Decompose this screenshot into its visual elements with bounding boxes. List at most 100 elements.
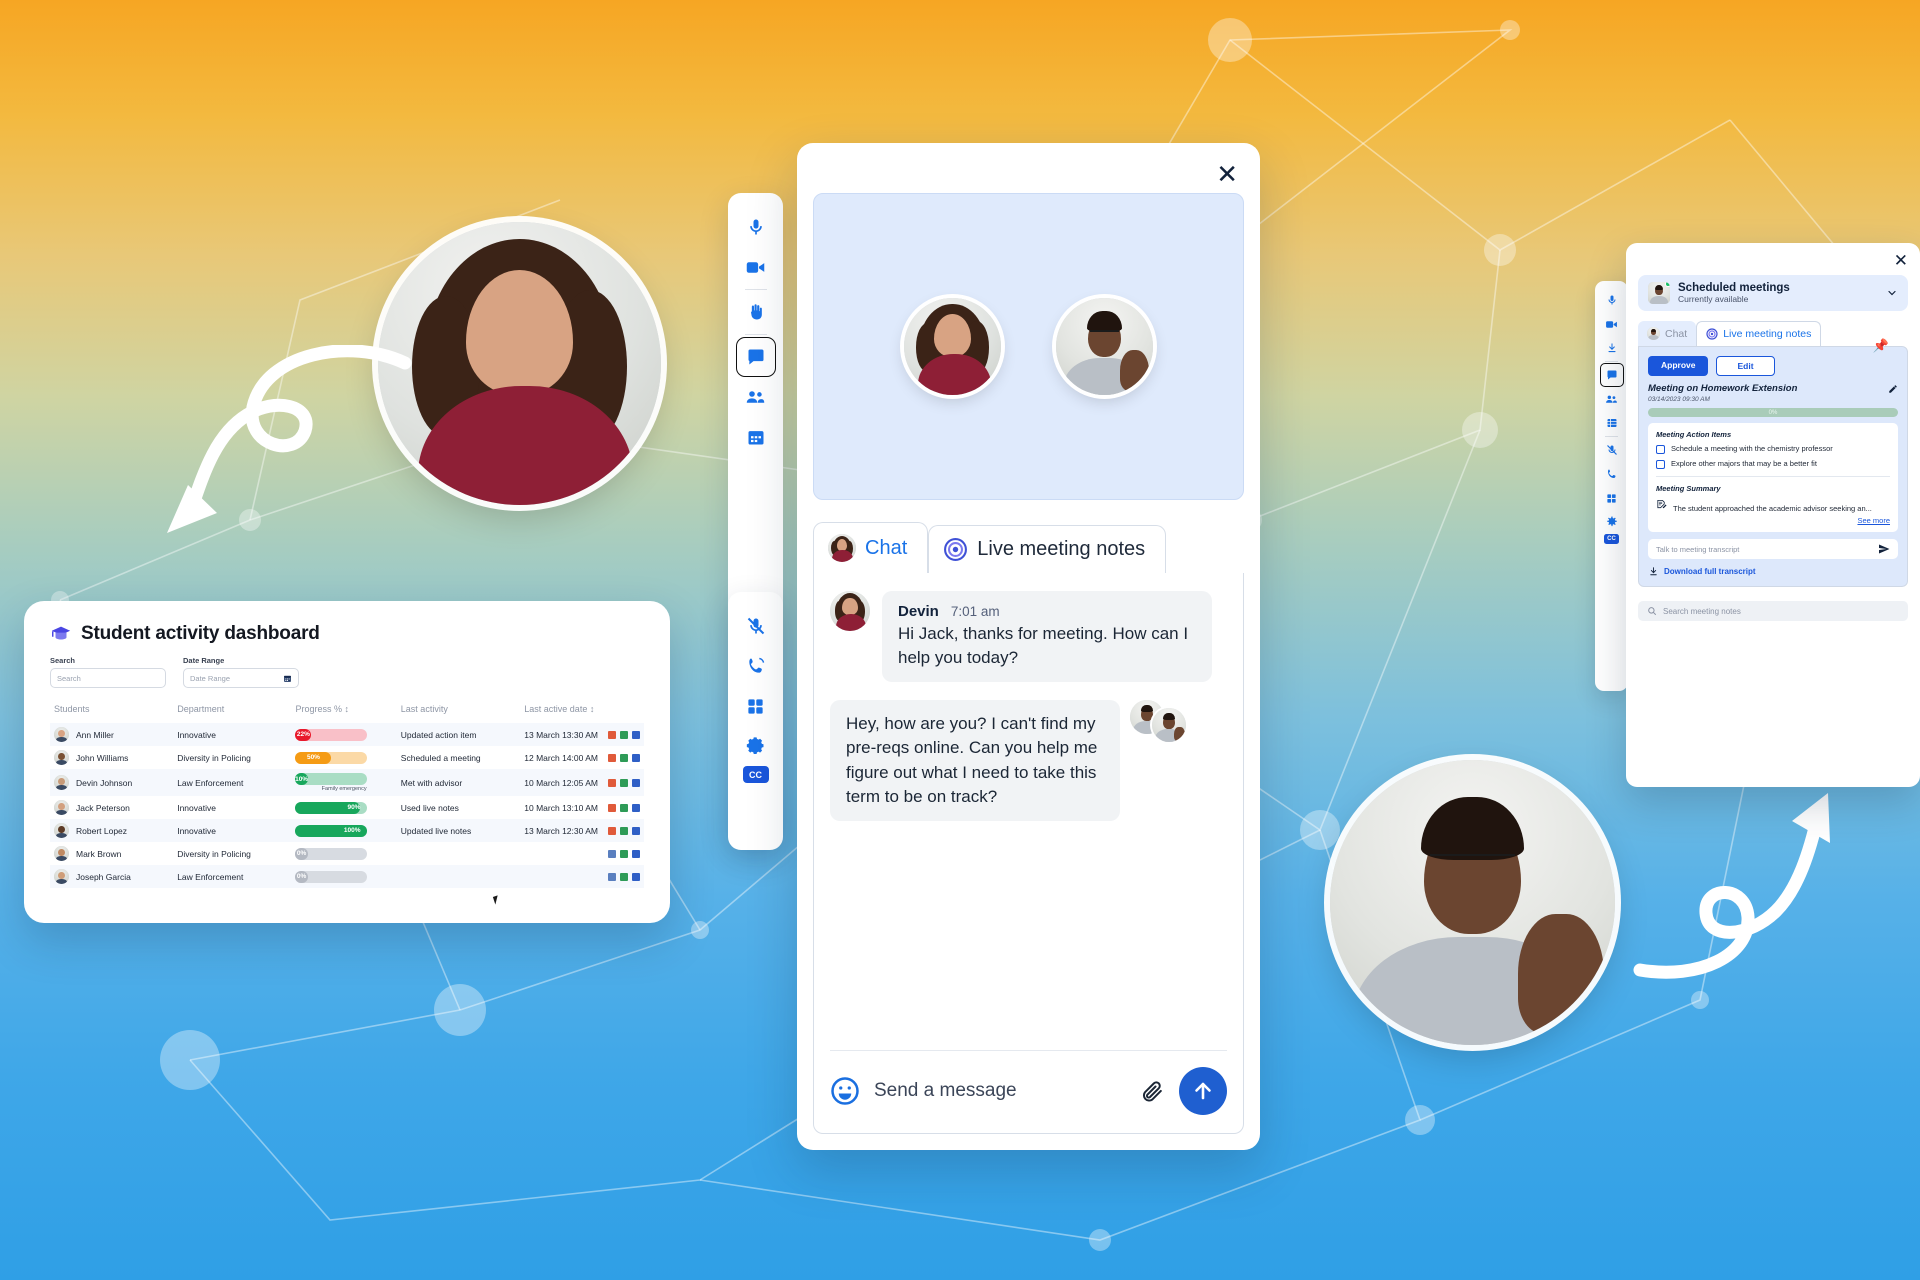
- people-icon[interactable]: [736, 377, 776, 417]
- grid-icon[interactable]: [620, 826, 628, 835]
- row-actions[interactable]: [608, 826, 640, 835]
- microphone-muted-icon[interactable]: [736, 606, 776, 646]
- calendar-icon[interactable]: [632, 803, 640, 812]
- progress-bar: 90%: [295, 801, 368, 814]
- participant-woman-tile[interactable]: [904, 298, 1001, 395]
- calendar-icon[interactable]: [632, 753, 640, 762]
- phone-ring-icon[interactable]: [1600, 462, 1624, 486]
- smiley-icon[interactable]: [830, 1076, 860, 1106]
- sort-icon[interactable]: ↕: [590, 704, 595, 714]
- table-row[interactable]: Devin Johnson Law Enforcement 10% Family em…: [50, 769, 644, 796]
- column-department[interactable]: Department: [173, 699, 291, 723]
- participant-man-tile[interactable]: [1056, 298, 1153, 395]
- search-meeting-notes-placeholder: Search meeting notes: [1663, 606, 1741, 616]
- date-range-filter: Date Range Date Range: [183, 656, 299, 688]
- grid-icon[interactable]: [620, 803, 628, 812]
- chart-icon[interactable]: [608, 872, 616, 881]
- action-item[interactable]: Explore other majors that may be a bette…: [1656, 459, 1890, 469]
- see-more-link[interactable]: See more: [1857, 516, 1890, 525]
- column-last-activity[interactable]: Last activity: [397, 699, 520, 723]
- chart-icon[interactable]: [608, 778, 616, 787]
- row-actions[interactable]: [608, 849, 640, 858]
- chat-icon[interactable]: [735, 337, 776, 377]
- calendar-icon[interactable]: [736, 417, 776, 457]
- toolbar-divider: [1605, 361, 1618, 362]
- microphone-icon[interactable]: [736, 207, 776, 247]
- chat-icon[interactable]: [1599, 363, 1624, 387]
- download-transcript-link[interactable]: Download full transcript: [1648, 566, 1898, 577]
- row-actions[interactable]: [608, 778, 640, 787]
- transcript-input[interactable]: Talk to meeting transcript: [1648, 539, 1898, 559]
- row-actions[interactable]: [608, 872, 640, 881]
- edit-button[interactable]: Edit: [1716, 356, 1775, 376]
- pencil-icon[interactable]: [1888, 384, 1898, 394]
- microphone-icon[interactable]: [1600, 288, 1624, 312]
- phone-ring-icon[interactable]: [736, 646, 776, 686]
- microphone-muted-icon[interactable]: [1600, 438, 1624, 462]
- send-button[interactable]: [1179, 1067, 1227, 1115]
- cell-progress: 22%: [291, 723, 396, 746]
- closed-captions-button[interactable]: CC: [1604, 534, 1619, 544]
- row-actions[interactable]: [608, 803, 640, 812]
- row-actions[interactable]: [608, 730, 640, 739]
- apps-grid-icon[interactable]: [1600, 486, 1624, 510]
- table-row[interactable]: Joseph Garcia Law Enforcement 0%: [50, 865, 644, 888]
- search-meeting-notes-input[interactable]: Search meeting notes: [1638, 601, 1908, 621]
- chart-icon[interactable]: [608, 803, 616, 812]
- close-icon[interactable]: ✕: [1894, 251, 1908, 271]
- table-row[interactable]: Robert Lopez Innovative 100% Updated live n…: [50, 819, 644, 842]
- checkbox[interactable]: [1656, 460, 1665, 469]
- column-last-active-date[interactable]: Last active date ↕: [520, 699, 644, 723]
- gear-icon[interactable]: [1600, 510, 1624, 534]
- apps-grid-icon[interactable]: [736, 686, 776, 726]
- chart-icon[interactable]: [608, 826, 616, 835]
- calendar-icon[interactable]: [632, 849, 640, 858]
- chart-icon[interactable]: [608, 753, 616, 762]
- action-item[interactable]: Schedule a meeting with the chemistry pr…: [1656, 444, 1890, 454]
- paperclip-icon[interactable]: [1140, 1079, 1165, 1104]
- people-icon[interactable]: [1600, 387, 1624, 411]
- calendar-icon[interactable]: [632, 872, 640, 881]
- scheduled-meetings-header[interactable]: Scheduled meetings Currently available: [1638, 275, 1908, 311]
- pushpin-icon[interactable]: 📌: [1873, 338, 1889, 354]
- table-row[interactable]: Mark Brown Diversity in Policing 0%: [50, 842, 644, 865]
- checkbox[interactable]: [1656, 445, 1665, 454]
- grid-icon[interactable]: [620, 778, 628, 787]
- tab-chat[interactable]: Chat: [813, 522, 929, 573]
- tab-live-meeting-notes[interactable]: Live meeting notes: [1696, 321, 1822, 346]
- search-input[interactable]: Search: [50, 668, 166, 688]
- table-row[interactable]: Jack Peterson Innovative 90% Used live note…: [50, 796, 644, 819]
- raise-hand-icon[interactable]: [736, 292, 776, 332]
- grid-icon[interactable]: [620, 730, 628, 739]
- close-icon[interactable]: ✕: [1210, 159, 1244, 189]
- grid-icon[interactable]: [620, 849, 628, 858]
- video-camera-icon[interactable]: [736, 247, 776, 287]
- grid-icon[interactable]: [620, 753, 628, 762]
- date-range-input[interactable]: Date Range: [183, 668, 299, 688]
- table-row[interactable]: Ann Miller Innovative 22% Updated action it…: [50, 723, 644, 746]
- chart-icon[interactable]: [608, 730, 616, 739]
- send-icon[interactable]: [1878, 543, 1890, 555]
- chart-icon[interactable]: [608, 849, 616, 858]
- gear-icon[interactable]: [736, 726, 776, 766]
- message-input-placeholder[interactable]: Send a message: [874, 1080, 1126, 1102]
- summary-row: The student approached the academic advi…: [1656, 498, 1890, 525]
- download-icon[interactable]: [1600, 336, 1624, 360]
- tab-chat[interactable]: Chat: [1638, 321, 1697, 346]
- grid-icon[interactable]: [620, 872, 628, 881]
- tab-live-meeting-notes[interactable]: Live meeting notes: [928, 525, 1167, 573]
- approve-button[interactable]: Approve: [1648, 356, 1709, 376]
- graduation-cap-icon: [51, 626, 71, 640]
- chevron-down-icon[interactable]: [1886, 287, 1898, 299]
- grid-icon[interactable]: [1600, 411, 1624, 435]
- video-camera-icon[interactable]: [1600, 312, 1624, 336]
- table-row[interactable]: John Williams Diversity in Policing 50% Sch…: [50, 746, 644, 769]
- calendar-icon[interactable]: [632, 778, 640, 787]
- calendar-icon[interactable]: [632, 826, 640, 835]
- calendar-icon[interactable]: [632, 730, 640, 739]
- row-actions[interactable]: [608, 753, 640, 762]
- sort-icon[interactable]: ↕: [345, 704, 350, 714]
- column-students[interactable]: Students: [50, 699, 173, 723]
- closed-captions-button[interactable]: CC: [742, 766, 769, 783]
- column-progress[interactable]: Progress % ↕: [291, 699, 396, 723]
